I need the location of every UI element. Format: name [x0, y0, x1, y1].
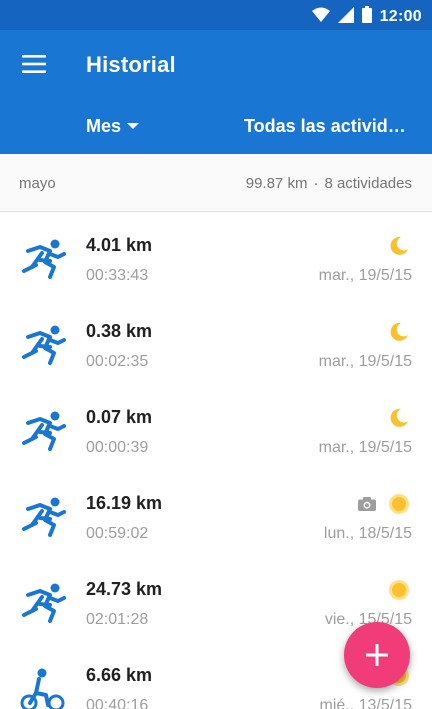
wifi-icon [311, 7, 330, 28]
sun-icon [388, 579, 410, 601]
running-icon [20, 409, 66, 453]
running-icon [20, 581, 66, 625]
section-summary: 99.87 km · 8 actividades [246, 175, 412, 192]
section-month: mayo [19, 175, 56, 192]
activity-duration: 00:33:43 [86, 267, 149, 284]
dropdown-arrow-icon [127, 123, 140, 129]
moon-icon [388, 235, 410, 257]
activity-duration: 00:40:16 [86, 697, 149, 709]
activity-distance: 16.19 km [86, 493, 163, 513]
add-icon [366, 644, 388, 666]
activity-date: mié., 13/5/15 [319, 697, 413, 709]
activity-distance: 24.73 km [86, 579, 163, 599]
activity-count: 8 actividades [324, 175, 412, 192]
status-bar: 12:00 [0, 0, 432, 30]
activity-row[interactable]: 0.07 km 00:00:39 mar., 19/5/15 [0, 385, 432, 471]
moon-icon [388, 321, 410, 343]
page-title: Historial [86, 52, 176, 77]
activity-date: mar., 19/5/15 [318, 439, 412, 456]
month-filter-dropdown[interactable]: Mes [86, 116, 140, 137]
running-icon [20, 495, 66, 539]
sun-icon [388, 493, 410, 515]
activity-date: lun., 18/5/15 [323, 525, 412, 542]
menu-icon [22, 55, 46, 73]
running-icon [20, 323, 66, 367]
activity-distance: 6.66 km [86, 665, 153, 685]
menu-button[interactable] [20, 52, 48, 76]
activity-duration: 00:02:35 [86, 353, 149, 370]
activity-duration: 00:59:02 [86, 525, 149, 542]
signal-icon [337, 6, 354, 28]
battery-icon [361, 6, 372, 28]
activity-duration: 00:00:39 [86, 439, 149, 456]
add-activity-button[interactable] [344, 622, 410, 688]
activity-date: mar., 19/5/15 [318, 267, 412, 284]
status-time: 12:00 [379, 8, 422, 25]
app-bar: Historial Mes Todas las activida… [0, 30, 432, 154]
activity-date: mar., 19/5/15 [318, 353, 412, 370]
activity-filter-dropdown[interactable]: Todas las activida… [244, 116, 412, 137]
total-distance: 99.87 km [245, 175, 308, 192]
moon-icon [388, 407, 410, 429]
separator-dot: · [313, 175, 319, 192]
month-filter-label: Mes [86, 116, 122, 136]
activity-row[interactable]: 16.19 km 00:59:02 lun., 18/5/15 [0, 471, 432, 557]
activity-row[interactable]: 0.38 km 00:02:35 mar., 19/5/15 [0, 299, 432, 385]
month-section-header: mayo 99.87 km · 8 actividades [0, 154, 432, 212]
activity-distance: 4.01 km [86, 235, 153, 255]
cycling-icon [20, 667, 66, 709]
activity-distance: 0.07 km [86, 407, 153, 427]
activity-row[interactable]: 4.01 km 00:33:43 mar., 19/5/15 [0, 213, 432, 299]
camera-icon [358, 497, 376, 511]
activity-duration: 02:01:28 [86, 611, 149, 628]
activity-distance: 0.38 km [86, 321, 153, 341]
running-icon [20, 237, 66, 281]
